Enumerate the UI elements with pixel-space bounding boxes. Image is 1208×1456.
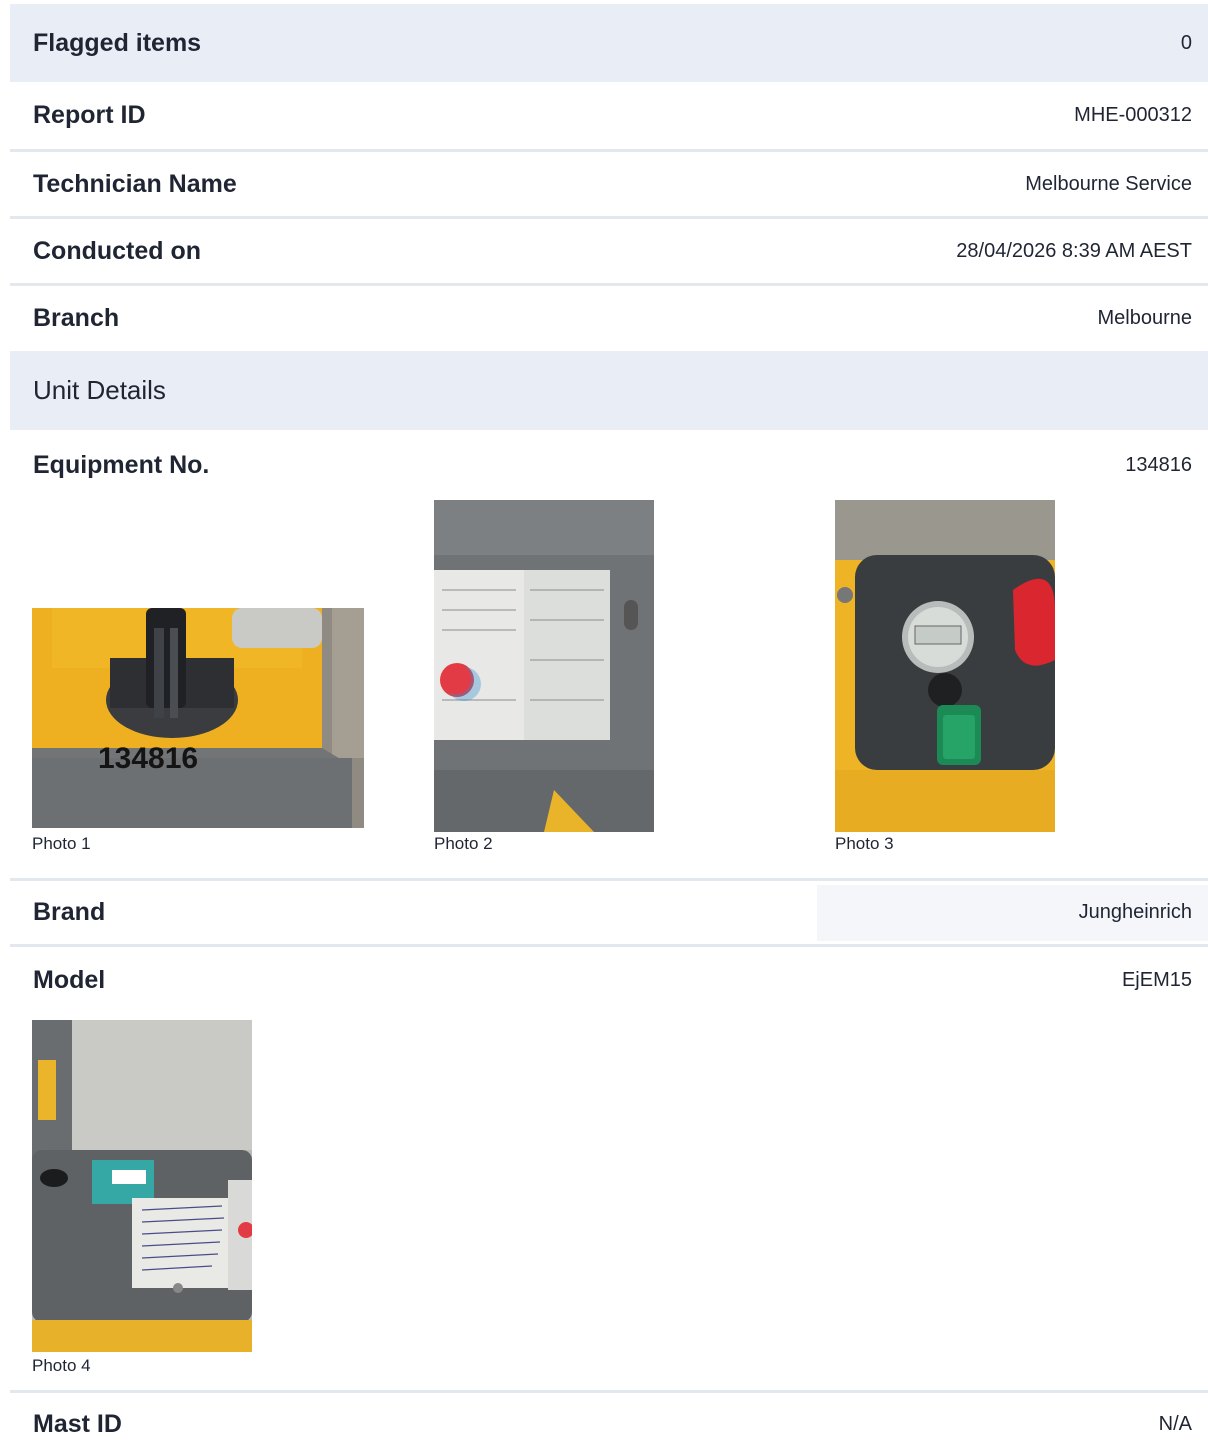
technician-name-label: Technician Name	[33, 169, 237, 198]
inspection-report: Flagged items 0 Report ID MHE-000312 Tec…	[10, 0, 1208, 1455]
photo-2-image[interactable]	[434, 500, 654, 832]
conducted-on-value: 28/04/2026 8:39 AM AEST	[956, 239, 1192, 262]
model-photo-gallery: Photo 4	[10, 1013, 1208, 1393]
photo-caption: Photo 3	[835, 834, 894, 853]
branch-row: Branch Melbourne	[10, 286, 1208, 351]
mast-id-label: Mast ID	[33, 1409, 122, 1438]
report-id-row: Report ID MHE-000312	[10, 82, 1208, 152]
mast-id-value: N/A	[1158, 1412, 1192, 1435]
equipment-no-label: Equipment No.	[33, 450, 210, 479]
technician-name-row: Technician Name Melbourne Service	[10, 152, 1208, 219]
branch-label: Branch	[33, 304, 120, 332]
brand-label: Brand	[33, 898, 106, 926]
model-label: Model	[33, 965, 106, 994]
section-title: Unit Details	[33, 375, 166, 405]
photo-thumbnail[interactable]: Photo 4	[32, 1020, 252, 1380]
brand-value: Jungheinrich	[1078, 901, 1192, 923]
model-row: Model EjEM15	[10, 947, 1208, 1013]
model-value: EjEM15	[1121, 968, 1192, 991]
photo-thumbnail[interactable]: Photo 2	[434, 500, 654, 870]
conducted-on-row: Conducted on 28/04/2026 8:39 AM AEST	[10, 219, 1208, 286]
report-id-value: MHE-000312	[1074, 104, 1192, 126]
photo-thumbnail[interactable]: Photo 3	[835, 500, 1055, 870]
photo-4-image[interactable]	[32, 1020, 252, 1352]
flagged-items-label: Flagged items	[33, 28, 202, 57]
equipment-no-value: 134816	[1125, 453, 1192, 476]
flagged-items-count: 0	[1180, 31, 1192, 54]
branch-value: Melbourne	[1097, 307, 1192, 329]
mast-id-row: Mast ID N/A	[10, 1393, 1208, 1455]
photo-caption: Photo 1	[32, 834, 91, 853]
brand-row: Brand Jungheinrich	[10, 881, 1208, 947]
equipment-photo-gallery: 134816 Photo 1 Photo 2 Photo 3	[10, 500, 1208, 881]
photo-caption: Photo 2	[434, 834, 493, 853]
report-id-label: Report ID	[33, 101, 146, 129]
photo-thumbnail[interactable]: 134816 Photo 1	[32, 500, 364, 870]
photo-caption: Photo 4	[32, 1356, 91, 1375]
equipment-no-row: Equipment No. 134816	[10, 430, 1208, 500]
photo-1-image[interactable]: 134816	[32, 608, 364, 828]
conducted-on-label: Conducted on	[33, 236, 202, 265]
unit-details-section-header: Unit Details	[10, 351, 1208, 430]
flagged-items-row: Flagged items 0	[10, 4, 1208, 82]
technician-name-value: Melbourne Service	[1025, 172, 1192, 195]
photo-3-image[interactable]	[835, 500, 1055, 832]
equipment-plate-number: 134816	[98, 742, 198, 775]
